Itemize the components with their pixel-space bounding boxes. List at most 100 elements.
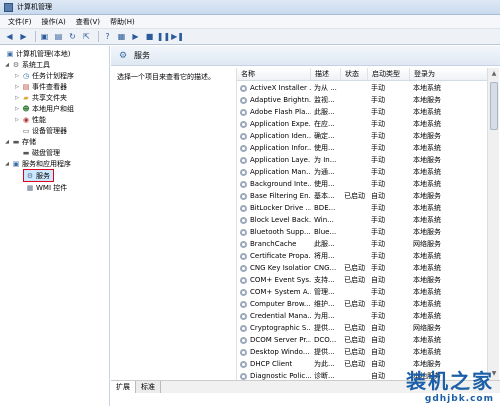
help-icon[interactable]: ? xyxy=(102,31,113,42)
table-row[interactable]: Background Inte... 使用... 手动 本地系统 xyxy=(237,178,487,190)
menu-view[interactable]: 查看(V) xyxy=(76,17,100,27)
tree-item-system-tools[interactable]: ◢ ⚙ 系统工具 xyxy=(4,59,50,70)
table-row[interactable]: DCOM Server Pr... DCO... 已启动 自动 本地系统 xyxy=(237,334,487,346)
table-row[interactable]: Application Man... 为通... 手动 本地系统 xyxy=(237,166,487,178)
table-row[interactable]: Application Iden... 确定... 手动 本地服务 xyxy=(237,130,487,142)
tree-item-disk-management[interactable]: ▬ 磁盘管理 xyxy=(14,147,60,158)
service-description: 将用... xyxy=(314,252,335,260)
tree-item-performance[interactable]: ▷ ◉ 性能 xyxy=(14,114,46,125)
service-startup-type: 手动 xyxy=(371,132,385,140)
tree-item-shared-folders[interactable]: ▷ ▰ 共享文件夹 xyxy=(14,92,67,103)
tree-item-services-and-applications[interactable]: ◢ ▣ 服务和应用程序 xyxy=(4,158,71,169)
service-name-cell: Application Expe... xyxy=(237,120,311,128)
service-log-on-as: 本地系统 xyxy=(413,264,441,272)
refresh-icon[interactable]: ↻ xyxy=(67,31,78,42)
tree-item-storage[interactable]: ◢ ▬ 存储 xyxy=(4,136,36,147)
column-startup-type[interactable]: 启动类型 xyxy=(368,68,410,80)
service-description: 此服... xyxy=(314,240,335,248)
menu-help[interactable]: 帮助(H) xyxy=(110,17,135,27)
gear-icon xyxy=(240,120,247,128)
table-row[interactable]: Application Expe... 在应... 手动 本地系统 xyxy=(237,118,487,130)
service-log-on-as: 本地系统 xyxy=(413,336,441,344)
stop-icon[interactable]: ■ xyxy=(144,31,155,42)
services-icon: ⚙ xyxy=(26,171,34,180)
table-row[interactable]: Certificate Propa... 将用... 手动 本地系统 xyxy=(237,250,487,262)
vertical-scrollbar[interactable]: ▲ ▼ xyxy=(487,68,499,380)
tab-extended[interactable]: 扩展 xyxy=(111,381,136,393)
expand-icon[interactable]: ▷ xyxy=(14,84,20,90)
table-row[interactable]: ActiveX Installer ... 为从 ... 手动 本地系统 xyxy=(237,82,487,94)
service-startup-type: 自动 xyxy=(371,372,385,380)
gear-icon xyxy=(240,324,247,332)
properties-icon[interactable]: ▦ xyxy=(116,31,127,42)
service-name: CNG Key Isolation xyxy=(250,264,311,272)
table-row[interactable]: Block Level Back... Win... 手动 本地系统 xyxy=(237,214,487,226)
collapse-icon[interactable]: ◢ xyxy=(4,161,10,167)
tree-item-wmi-control[interactable]: ▦ WMI 控件 xyxy=(24,182,68,193)
table-row[interactable]: CNG Key Isolation CNG... 已启动 手动 本地系统 xyxy=(237,262,487,274)
back-icon[interactable]: ◀ xyxy=(4,31,15,42)
table-row[interactable]: Computer Brow... 维护... 已启动 手动 本地系统 xyxy=(237,298,487,310)
service-description: 在应... xyxy=(314,120,335,128)
service-name-cell: Adobe Flash Pla... xyxy=(237,108,311,116)
service-description: 维护... xyxy=(314,300,335,308)
collapse-icon[interactable]: ◢ xyxy=(4,139,10,145)
table-row[interactable]: Application Infor... 使用... 手动 本地系统 xyxy=(237,142,487,154)
service-startup-type: 手动 xyxy=(371,300,385,308)
service-name-cell: CNG Key Isolation xyxy=(237,264,311,272)
table-row[interactable]: Application Laye... 为 In... 手动 本地服务 xyxy=(237,154,487,166)
service-name-cell: ActiveX Installer ... xyxy=(237,84,311,92)
service-log-on-as: 本地服务 xyxy=(413,276,441,284)
table-row[interactable]: Adobe Flash Pla... 此服... 手动 本地系统 xyxy=(237,106,487,118)
service-startup-type: 手动 xyxy=(371,156,385,164)
tree-item-task-scheduler[interactable]: ▷ ◷ 任务计划程序 xyxy=(14,70,74,81)
service-startup-type: 自动 xyxy=(371,324,385,332)
table-row[interactable]: Credential Mana... 为用... 手动 本地系统 xyxy=(237,310,487,322)
menu-action[interactable]: 操作(A) xyxy=(42,17,66,27)
column-name[interactable]: 名称 xyxy=(237,68,311,80)
scroll-thumb[interactable] xyxy=(490,82,498,130)
scroll-up-icon[interactable]: ▲ xyxy=(490,70,498,78)
pause-icon[interactable]: ❚❚ xyxy=(157,31,170,42)
service-status: 已启动 xyxy=(344,348,365,356)
forward-icon[interactable]: ▶ xyxy=(18,31,29,42)
expand-icon[interactable]: ▷ xyxy=(14,117,20,123)
service-log-on-as: 网络服务 xyxy=(413,240,441,248)
restart-icon[interactable]: ▶❚ xyxy=(171,31,184,42)
play-icon[interactable]: ▶ xyxy=(130,31,141,42)
menu-file[interactable]: 文件(F) xyxy=(8,17,32,27)
table-row[interactable]: Desktop Windo... 提供... 已启动 自动 本地系统 xyxy=(237,346,487,358)
table-row[interactable]: Cryptographic S... 提供... 已启动 自动 网络服务 xyxy=(237,322,487,334)
collapse-icon[interactable]: ◢ xyxy=(4,62,10,68)
tree-item-event-viewer[interactable]: ▷ ▤ 事件查看器 xyxy=(14,81,67,92)
table-row[interactable]: COM+ Event Sys... 支持... 已启动 自动 本地服务 xyxy=(237,274,487,286)
column-status[interactable]: 状态 xyxy=(341,68,368,80)
table-row[interactable]: Base Filtering En... 基本... 已启动 自动 本地服务 xyxy=(237,190,487,202)
column-log-on-as[interactable]: 登录为 xyxy=(410,68,487,80)
up-icon[interactable]: ▣ xyxy=(39,31,50,42)
column-description[interactable]: 描述 xyxy=(311,68,341,80)
table-row[interactable]: Bluetooth Supp... Blue... 手动 本地服务 xyxy=(237,226,487,238)
tree-item-local-users-groups[interactable]: ▷ ☻ 本地用户和组 xyxy=(14,103,74,114)
gear-icon xyxy=(240,156,247,164)
service-startup-type: 手动 xyxy=(371,168,385,176)
export-icon[interactable]: ⇱ xyxy=(81,31,92,42)
services-icon: ⚙ xyxy=(119,50,128,61)
expand-icon[interactable]: ▷ xyxy=(14,73,20,79)
expand-icon[interactable]: ▷ xyxy=(14,95,20,101)
service-name-cell: BitLocker Drive ... xyxy=(237,204,311,212)
expand-icon[interactable]: ▷ xyxy=(14,106,20,112)
table-row[interactable]: BitLocker Drive ... BDE... 手动 本地系统 xyxy=(237,202,487,214)
tree-item-services[interactable]: ⚙ 服务 xyxy=(23,169,54,182)
service-startup-type: 手动 xyxy=(371,144,385,152)
tree-item-computer-management[interactable]: ▣ 计算机管理(本地) xyxy=(4,48,71,59)
service-startup-type: 自动 xyxy=(371,276,385,284)
table-row[interactable]: COM+ System A... 管理... 手动 本地系统 xyxy=(237,286,487,298)
table-row[interactable]: BranchCache 此服... 手动 网络服务 xyxy=(237,238,487,250)
service-description: Win... xyxy=(314,216,334,224)
show-tree-icon[interactable]: ▤ xyxy=(53,31,64,42)
tab-standard[interactable]: 标准 xyxy=(136,381,161,393)
gear-icon xyxy=(240,348,247,356)
tree-item-device-manager[interactable]: ▭ 设备管理器 xyxy=(14,125,67,136)
table-row[interactable]: Adaptive Brightn... 监视... 手动 本地服务 xyxy=(237,94,487,106)
